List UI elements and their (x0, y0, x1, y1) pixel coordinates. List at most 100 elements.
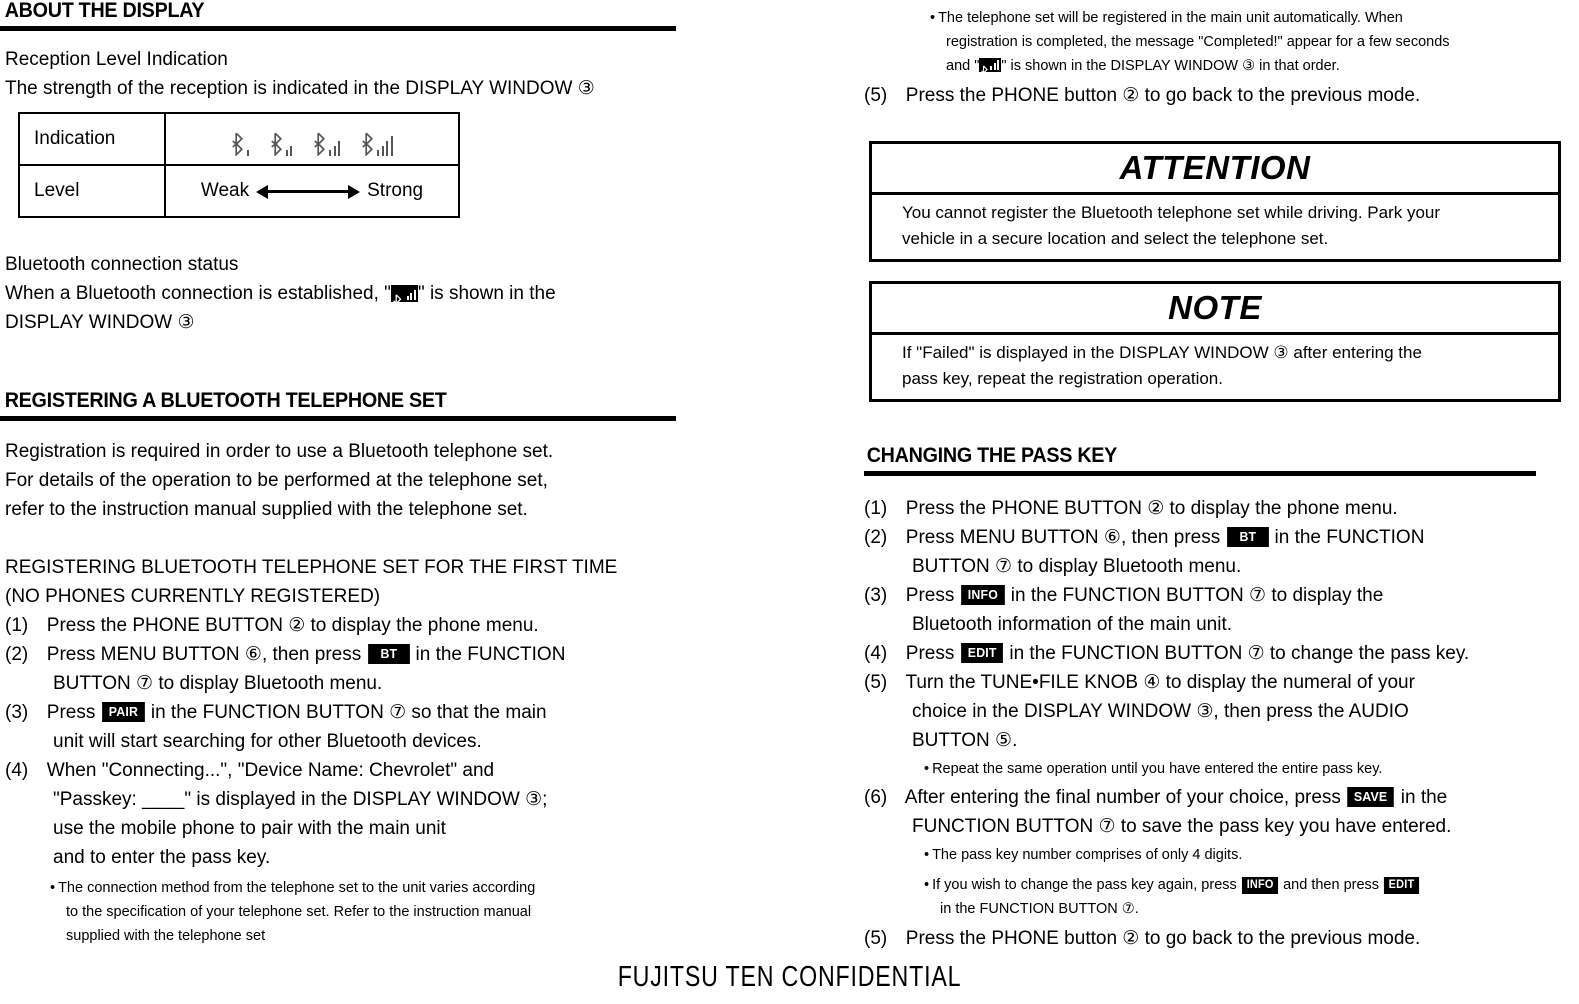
bluetooth-1-bar-icon (231, 132, 249, 156)
step-4-note-line-1: • The connection method from the telephon… (0, 876, 720, 900)
step-4-note-text-1: The connection method from the telephone… (58, 880, 536, 897)
pass-key-step-2-cont: BUTTON ⑦ to display Bluetooth menu. (912, 556, 1242, 578)
register-step-5: (5) Press the PHONE button ② to go back … (862, 81, 1579, 110)
pk-step-4-number: (4) (864, 643, 888, 665)
row-label-indication: Indication (18, 112, 166, 166)
completion-note-line-3: and " " is shown in the DISPLAY WINDOW ③ … (862, 54, 1579, 78)
level-strong-label: Strong (367, 180, 424, 201)
pk-step-7-text: Press the PHONE button ② to go back to t… (905, 928, 1421, 950)
bullet-icon: • (924, 847, 930, 864)
step-5-text: Press the PHONE button ② to go back to t… (905, 85, 1421, 106)
step-3-text-b: in the FUNCTION BUTTON ⑦ so that the mai… (150, 702, 547, 724)
registering-intro-line-1: Registration is required in order to use… (5, 441, 554, 463)
table-row-level: Level Weak Strong (18, 164, 460, 218)
first-time-subtitle-line-2: (NO PHONES CURRENTLY REGISTERED) (5, 586, 381, 608)
register-step-3: (3) Press PAIR in the FUNCTION BUTTON ⑦ … (0, 698, 720, 727)
section-about-the-display: ABOUT THE DISPLAY Reception Level Indica… (0, 0, 720, 103)
pair-key-button[interactable]: PAIR (101, 702, 145, 723)
bluetooth-connected-inverted-icon (979, 58, 1002, 72)
save-key-button[interactable]: SAVE (1347, 787, 1395, 808)
info-key-button[interactable]: INFO (1241, 877, 1279, 895)
pk-step-5-line-2: choice in the DISPLAY WINDOW ③, then pre… (912, 701, 1409, 723)
pk-step-7-number: (5) (864, 928, 888, 950)
bluetooth-4-bar-icon (362, 132, 393, 156)
edit-key-button[interactable]: EDIT (960, 643, 1003, 664)
bluetooth-3-bar-icon (314, 132, 340, 156)
attention-line-2: vehicle in a secure location and select … (902, 229, 1329, 248)
pass-key-step-5: (5) Turn the TUNE•FILE KNOB ④ to display… (862, 668, 1579, 697)
register-step-1: (1) Press the PHONE BUTTON ② to display … (0, 611, 720, 640)
step-4-number: (4) (5, 760, 29, 782)
pass-key-step-2: (2) Press MENU BUTTON ⑥, then press BT i… (862, 523, 1579, 552)
display-window-ref: ③ (577, 78, 595, 100)
bt-key-button[interactable]: BT (367, 644, 410, 665)
pk-step-1-text: Press the PHONE BUTTON ② to display the … (905, 498, 1398, 520)
pk-step-3-text-a: Press (905, 585, 955, 607)
section-registering-bluetooth: REGISTERING A BLUETOOTH TELEPHONE SET Re… (0, 389, 720, 948)
pass-key-step-6: (6) After entering the final number of y… (862, 783, 1579, 812)
step-3-text-a: Press (46, 702, 96, 724)
right-column: • The telephone set will be registered in… (862, 0, 1579, 949)
pass-key-heading: CHANGING THE PASS KEY (866, 444, 1118, 467)
level-weak-label: Weak (200, 180, 250, 201)
step-4-line-3: use the mobile phone to pair with the ma… (53, 818, 446, 840)
reception-intro-text: The strength of the reception is indicat… (5, 78, 573, 100)
pk-step-2-text-b: in the FUNCTION (1274, 527, 1425, 549)
attention-body: You cannot register the Bluetooth teleph… (872, 195, 1558, 259)
step-4-line-1: When "Connecting...", "Device Name: Chev… (46, 760, 495, 782)
pk-step-2-number: (2) (864, 527, 888, 549)
pk-step-5-line-1: Turn the TUNE•FILE KNOB ④ to display the… (905, 672, 1415, 694)
bluetooth-2-bar-icon (270, 132, 292, 156)
registering-heading: REGISTERING A BLUETOOTH TELEPHONE SET (4, 389, 447, 412)
step-4-note-line-2: to the specification of your telephone s… (66, 904, 532, 921)
note-title: NOTE (1168, 289, 1262, 326)
bullet-icon: • (930, 10, 936, 26)
completion-note-line-1: • The telephone set will be registered in… (862, 0, 1579, 30)
bullet-icon: • (924, 761, 930, 778)
edit-key-button[interactable]: EDIT (1384, 877, 1420, 895)
left-column: ABOUT THE DISPLAY Reception Level Indica… (0, 0, 720, 944)
registration-completion-note: • The telephone set will be registered in… (862, 0, 1579, 110)
info-key-button[interactable]: INFO (960, 585, 1005, 606)
pk-step-5-note-text: Repeat the same operation until you have… (932, 761, 1383, 778)
pk-step-5-note: • Repeat the same operation until you hav… (862, 757, 1579, 781)
pk-step-2-text-a: Press MENU BUTTON ⑥, then press (905, 527, 1221, 549)
attention-callout: ATTENTION You cannot register the Blueto… (869, 141, 1561, 262)
pk-step-6-text-a: After entering the final number of your … (904, 787, 1341, 809)
note-body: If "Failed" is displayed in the DISPLAY … (872, 335, 1558, 399)
completion-note-text-3b: " is shown in the DISPLAY WINDOW ③ in th… (1001, 58, 1340, 74)
bluetooth-status-heading: Bluetooth connection status (5, 254, 239, 275)
section-changing-pass-key: CHANGING THE PASS KEY (1) Press the PHON… (862, 444, 1579, 953)
pass-key-step-1: (1) Press the PHONE BUTTON ② to display … (862, 494, 1579, 523)
status-text-before: When a Bluetooth connection is establish… (5, 283, 391, 304)
completion-note-text-1: The telephone set will be registered in … (938, 10, 1403, 26)
level-scale-cell: Weak Strong (164, 164, 460, 218)
double-arrow-icon (256, 184, 361, 199)
display-window-ref-2: ③ (177, 312, 195, 333)
bluetooth-connected-inverted-icon (390, 285, 418, 302)
step-4-line-2: "Passkey: ____" is displayed in the DISP… (53, 789, 548, 811)
pk-step-6-note-text-2b: and then press (1283, 877, 1380, 894)
completion-note-text-3a: and " (946, 58, 980, 74)
pass-key-step-3: (3) Press INFO in the FUNCTION BUTTON ⑦ … (862, 581, 1579, 610)
attention-line-1: You cannot register the Bluetooth teleph… (902, 203, 1441, 222)
bluetooth-connection-status-block: Bluetooth connection status When a Bluet… (0, 250, 720, 337)
reception-level-table: Indication Level Weak Strong (18, 112, 460, 218)
completion-note-line-2: registration is completed, the message "… (946, 34, 1450, 50)
pk-step-6-note-text-1: The pass key number comprises of only 4 … (932, 847, 1243, 864)
pk-step-6-number: (6) (864, 787, 888, 809)
step-1-text: Press the PHONE BUTTON ② to display the … (46, 615, 539, 637)
bt-key-button[interactable]: BT (1226, 527, 1269, 548)
register-step-3-cont: unit will start searching for other Blue… (53, 731, 482, 753)
pk-step-6-note-2: • If you wish to change the pass key agai… (862, 873, 1579, 897)
confidential-footer: FUJITSU TEN CONFIDENTIAL (617, 961, 962, 993)
step-2-text-a: Press MENU BUTTON ⑥, then press (46, 644, 362, 666)
register-step-2-cont: BUTTON ⑦ to display Bluetooth menu. (53, 673, 383, 695)
note-line-2: pass key, repeat the registration operat… (902, 369, 1223, 388)
first-time-subtitle-line-1: REGISTERING BLUETOOTH TELEPHONE SET FOR … (5, 557, 618, 579)
pk-step-3-text-b: in the FUNCTION BUTTON ⑦ to display the (1010, 585, 1384, 607)
pk-step-6-note-2-cont: in the FUNCTION BUTTON ⑦. (940, 901, 1139, 918)
registering-intro-line-2: For details of the operation to be perfo… (5, 470, 548, 492)
pk-step-1-number: (1) (864, 498, 888, 520)
pk-step-4-text-b: in the FUNCTION BUTTON ⑦ to change the p… (1009, 643, 1470, 665)
